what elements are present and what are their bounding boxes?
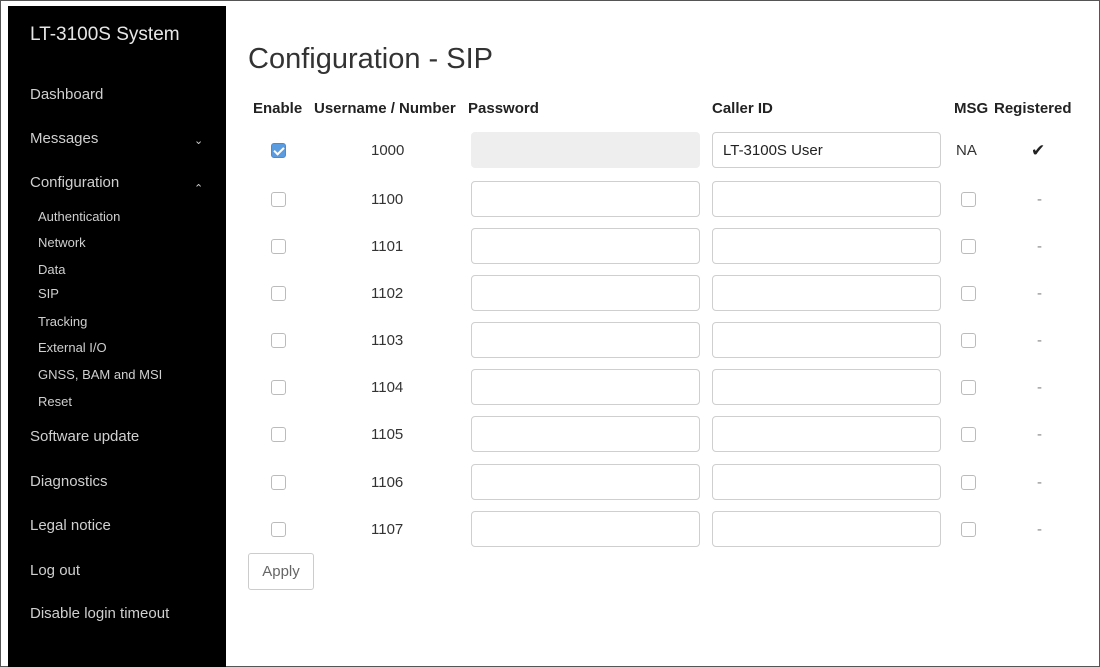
msg-checkbox[interactable] — [961, 286, 976, 301]
sidebar-subitem-gnss-bam-msi[interactable]: GNSS, BAM and MSI — [38, 367, 162, 382]
registered-status: - — [1037, 191, 1042, 208]
table-row: 1103 - — [226, 322, 1098, 362]
table-row: 1100 - — [226, 181, 1098, 221]
page-title: Configuration - SIP — [248, 43, 494, 75]
sidebar-item-configuration[interactable]: Configuration — [30, 174, 119, 191]
enable-checkbox[interactable] — [271, 475, 286, 490]
sidebar-item-software-update[interactable]: Software update — [30, 428, 139, 445]
table-row: 1101 - — [226, 228, 1098, 268]
registered-status: - — [1037, 521, 1042, 538]
table-row: 1102 - — [226, 275, 1098, 315]
msg-checkbox[interactable] — [961, 380, 976, 395]
caller-id-input[interactable] — [712, 322, 941, 358]
caller-id-input[interactable] — [712, 275, 941, 311]
caller-id-input[interactable] — [712, 181, 941, 217]
header-registered: Registered — [994, 100, 1072, 117]
sidebar-item-disable-login-timeout[interactable]: Disable login timeout — [30, 605, 169, 622]
msg-checkbox[interactable] — [961, 239, 976, 254]
enable-checkbox[interactable] — [271, 380, 286, 395]
enable-checkbox[interactable] — [271, 522, 286, 537]
enable-checkbox[interactable] — [271, 286, 286, 301]
enable-checkbox[interactable] — [271, 427, 286, 442]
header-username: Username / Number — [314, 100, 456, 117]
password-input[interactable] — [471, 181, 700, 217]
sidebar-subitem-network[interactable]: Network — [38, 235, 86, 250]
msg-checkbox[interactable] — [961, 475, 976, 490]
sidebar-item-legal-notice[interactable]: Legal notice — [30, 517, 111, 534]
sidebar-subitem-external-io[interactable]: External I/O — [38, 340, 107, 355]
registered-status: - — [1037, 285, 1042, 302]
password-input[interactable] — [471, 228, 700, 264]
password-input[interactable] — [471, 132, 700, 168]
password-input[interactable] — [471, 511, 700, 547]
sidebar-item-log-out[interactable]: Log out — [30, 562, 80, 579]
sidebar: LT-3100S System Dashboard Messages ⌄ Con… — [8, 6, 226, 667]
table-row: 1000 NA ✔ — [226, 132, 1098, 172]
username-number: 1103 — [371, 332, 404, 349]
table-row: 1107 - — [226, 511, 1098, 551]
username-number: 1101 — [371, 238, 404, 255]
msg-value: NA — [956, 142, 977, 159]
password-input[interactable] — [471, 322, 700, 358]
sidebar-item-dashboard[interactable]: Dashboard — [30, 86, 103, 103]
username-number: 1000 — [371, 142, 405, 159]
registered-status: - — [1037, 474, 1042, 491]
username-number: 1102 — [371, 285, 404, 302]
password-input[interactable] — [471, 416, 700, 452]
caller-id-input[interactable] — [712, 228, 941, 264]
username-number: 1106 — [371, 474, 404, 491]
apply-button[interactable]: Apply — [248, 553, 314, 590]
caller-id-input[interactable] — [712, 511, 941, 547]
header-enable: Enable — [253, 100, 303, 117]
username-number: 1100 — [371, 191, 404, 208]
sidebar-subitem-reset[interactable]: Reset — [38, 394, 72, 409]
sidebar-subitem-tracking[interactable]: Tracking — [38, 314, 87, 329]
chevron-up-icon[interactable]: ⌃ — [194, 182, 203, 195]
sidebar-item-messages[interactable]: Messages — [30, 130, 98, 147]
header-msg: MSG — [954, 100, 989, 117]
chevron-down-icon[interactable]: ⌄ — [194, 134, 203, 147]
enable-checkbox[interactable] — [271, 143, 286, 158]
msg-checkbox[interactable] — [961, 427, 976, 442]
header-caller-id: Caller ID — [712, 100, 773, 117]
sidebar-item-diagnostics[interactable]: Diagnostics — [30, 473, 108, 490]
header-password: Password — [468, 100, 539, 117]
enable-checkbox[interactable] — [271, 192, 286, 207]
registered-status: - — [1037, 332, 1042, 349]
sidebar-subitem-authentication[interactable]: Authentication — [38, 209, 120, 224]
caller-id-input[interactable] — [712, 464, 941, 500]
sidebar-subitem-sip[interactable]: SIP — [38, 286, 59, 301]
enable-checkbox[interactable] — [271, 239, 286, 254]
registered-check-icon: ✔ — [1031, 141, 1046, 160]
msg-checkbox[interactable] — [961, 192, 976, 207]
registered-status: - — [1037, 426, 1042, 443]
msg-checkbox[interactable] — [961, 522, 976, 537]
caller-id-input[interactable] — [712, 132, 941, 168]
table-row: 1104 - — [226, 369, 1098, 409]
main-content: Configuration - SIP Enable Username / Nu… — [226, 6, 1098, 666]
username-number: 1104 — [371, 379, 404, 396]
enable-checkbox[interactable] — [271, 333, 286, 348]
username-number: 1105 — [371, 426, 404, 443]
username-number: 1107 — [371, 521, 404, 538]
brand-title: LT-3100S System — [30, 24, 180, 45]
caller-id-input[interactable] — [712, 369, 941, 405]
table-row: 1106 - — [226, 464, 1098, 504]
sidebar-subitem-data[interactable]: Data — [38, 262, 65, 277]
registered-status: - — [1037, 238, 1042, 255]
password-input[interactable] — [471, 275, 700, 311]
registered-status: - — [1037, 379, 1042, 396]
table-row: 1105 - — [226, 416, 1098, 456]
msg-checkbox[interactable] — [961, 333, 976, 348]
password-input[interactable] — [471, 464, 700, 500]
caller-id-input[interactable] — [712, 416, 941, 452]
password-input[interactable] — [471, 369, 700, 405]
